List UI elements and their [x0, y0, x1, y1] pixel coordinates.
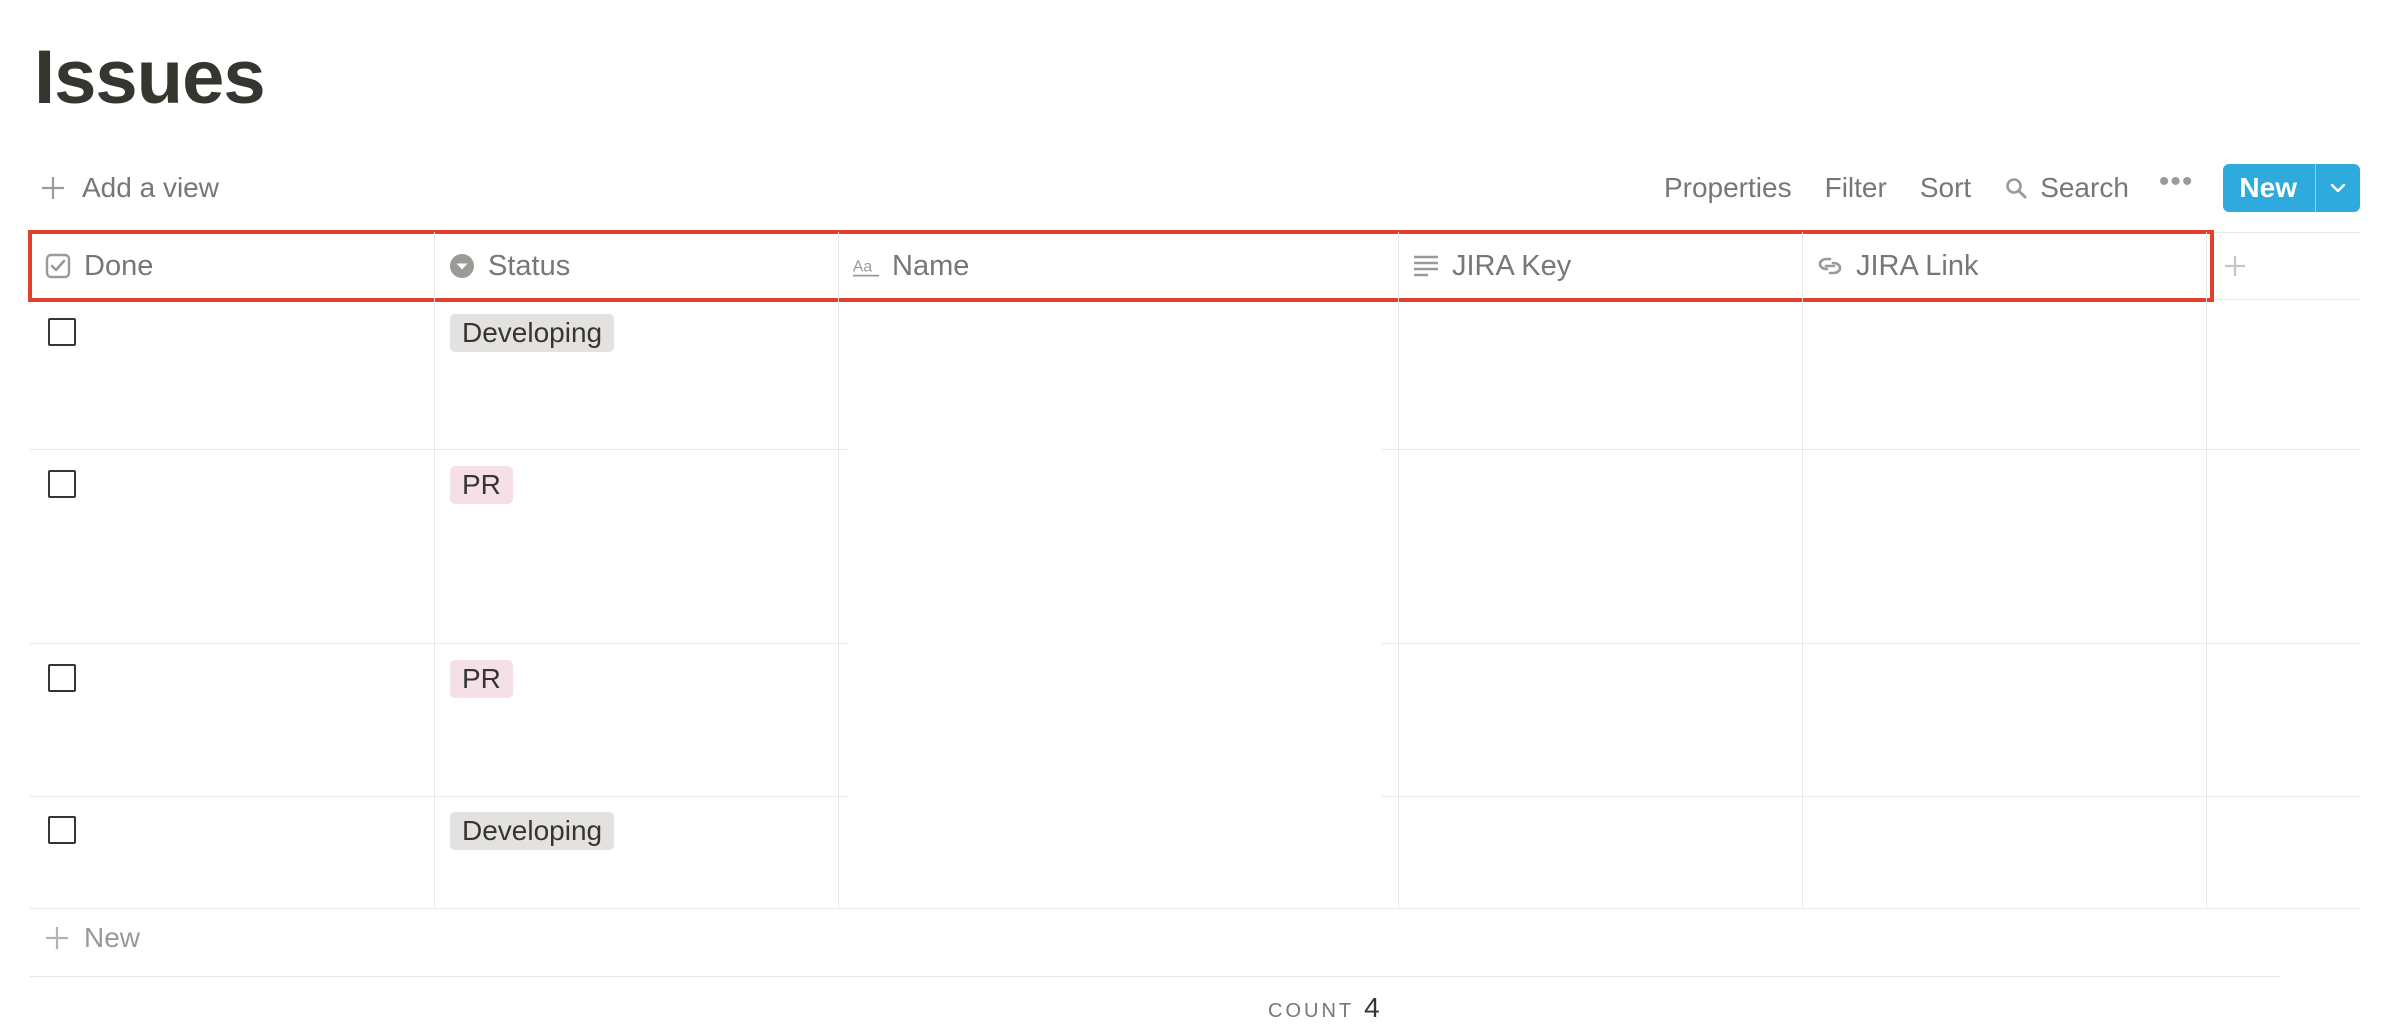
view-toolbar: Add a view Properties Filter Sort Search…: [30, 160, 2360, 216]
table-bottom-border: [30, 908, 2360, 909]
column-label-jira-link: JIRA Link: [1856, 249, 1979, 282]
column-label-jira-key: JIRA Key: [1452, 249, 1572, 282]
more-options-icon[interactable]: •••: [2159, 167, 2194, 197]
new-dropdown-button[interactable]: [2315, 164, 2360, 212]
new-button[interactable]: New: [2223, 164, 2315, 212]
column-divider: [1398, 232, 1399, 908]
column-divider: [838, 232, 839, 908]
count-summary[interactable]: COUNT 4: [1268, 992, 1380, 1024]
column-divider: [1802, 232, 1803, 908]
done-checkbox[interactable]: [48, 318, 76, 346]
add-view-button[interactable]: Add a view: [40, 160, 219, 216]
search-label: Search: [2040, 172, 2129, 203]
column-header-jira-link[interactable]: JIRA Link: [1802, 233, 2206, 299]
plus-icon: [42, 177, 64, 199]
table-header-row: Done Status Aa Name JIRA Key JIRA Link: [28, 230, 2360, 302]
filter-button[interactable]: Filter: [1825, 172, 1887, 204]
row-divider: [1382, 796, 2360, 797]
done-checkbox[interactable]: [48, 470, 76, 498]
svg-text:Aa: Aa: [853, 258, 873, 275]
search-button[interactable]: Search: [2004, 172, 2129, 204]
add-row-label: New: [84, 922, 141, 953]
status-tag[interactable]: Developing: [450, 812, 615, 850]
column-label-status: Status: [488, 249, 571, 282]
status-tag[interactable]: Developing: [450, 314, 615, 352]
link-icon: [1818, 257, 1842, 275]
footer-divider: [30, 976, 2280, 977]
column-divider: [2206, 232, 2207, 908]
properties-button[interactable]: Properties: [1664, 172, 1792, 204]
text-lines-icon: [1414, 255, 1438, 277]
plus-icon: [2225, 256, 2245, 276]
column-label-done: Done: [84, 249, 154, 282]
column-header-name[interactable]: Aa Name: [838, 233, 1398, 299]
sort-button[interactable]: Sort: [1920, 172, 1971, 204]
column-header-done[interactable]: Done: [30, 233, 434, 299]
done-checkbox[interactable]: [48, 664, 76, 692]
toolbar-actions: Properties Filter Sort Search ••• New: [1631, 160, 2360, 216]
plus-icon: [46, 927, 68, 949]
status-tag[interactable]: PR: [450, 466, 513, 504]
column-divider: [434, 232, 435, 908]
add-column-button[interactable]: [2215, 246, 2255, 286]
status-tag[interactable]: PR: [450, 660, 513, 698]
count-label: COUNT: [1268, 1000, 1355, 1022]
select-icon: [450, 254, 474, 278]
column-label-name: Name: [892, 249, 970, 282]
chevron-down-icon: [2330, 183, 2346, 193]
row-divider: [1382, 643, 2360, 644]
column-header-jira-key[interactable]: JIRA Key: [1398, 233, 1802, 299]
column-header-status[interactable]: Status: [434, 233, 838, 299]
count-value: 4: [1364, 992, 1380, 1023]
done-checkbox[interactable]: [48, 816, 76, 844]
search-icon: [2006, 178, 2027, 199]
new-button-group: New: [2223, 164, 2360, 212]
text-title-icon: Aa: [852, 258, 880, 277]
row-divider: [1382, 449, 2360, 450]
row-divider: [30, 796, 848, 797]
add-view-label: Add a view: [82, 172, 219, 203]
checkbox-icon: [45, 253, 71, 279]
page-title: Issues: [34, 35, 266, 120]
row-divider: [30, 643, 848, 644]
add-row-button[interactable]: New: [44, 922, 140, 954]
row-divider: [30, 449, 848, 450]
